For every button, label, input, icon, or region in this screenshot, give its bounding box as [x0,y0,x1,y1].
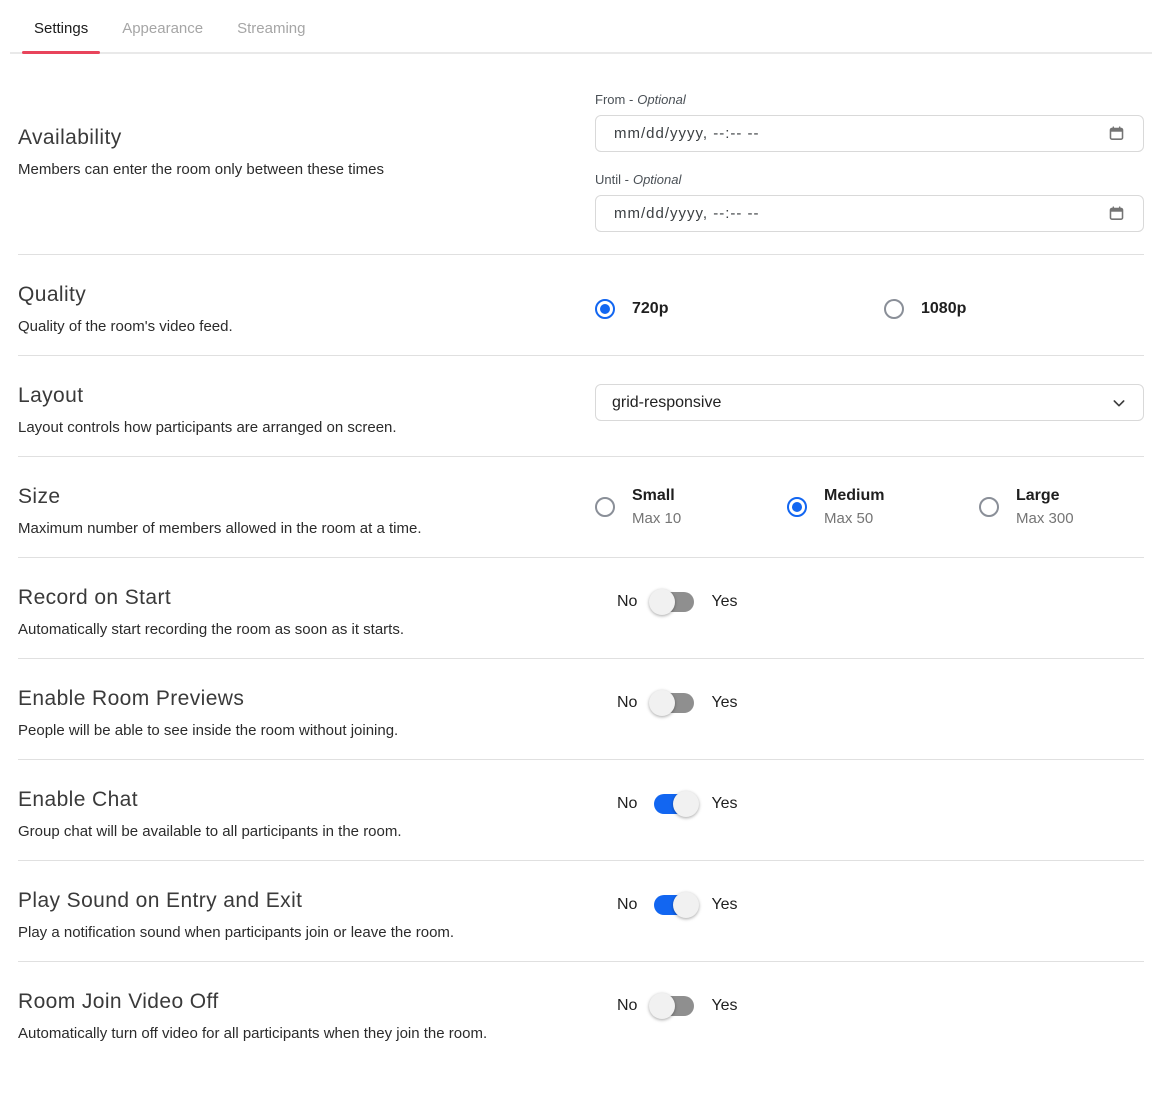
from-datetime-placeholder: mm/dd/yyyy, --:-- -- [614,125,1108,142]
section-quality: Quality Quality of the room's video feed… [18,254,1144,355]
toggle-knob [673,892,699,918]
until-calendar-icon[interactable] [1108,205,1125,222]
room-join-video-off-toggle[interactable] [654,996,694,1016]
size-large-label: Large [1016,487,1074,505]
room-join-video-off-title: Room Join Video Off [18,990,571,1014]
enable-chat-description: Group chat will be available to all part… [18,823,571,840]
settings-panel: Availability Members can enter the room … [0,54,1162,1062]
toggle-yes-label: Yes [711,896,737,914]
play-sound-toggle[interactable] [654,895,694,915]
section-availability: Availability Members can enter the room … [18,54,1144,254]
toggle-no-label: No [617,997,637,1015]
quality-option-1080p[interactable]: 1080p [884,299,1162,319]
enable-chat-toggle[interactable] [654,794,694,814]
record-on-start-description: Automatically start recording the room a… [18,621,571,638]
play-sound-description: Play a notification sound when participa… [18,924,571,941]
size-small-label: Small [632,487,681,505]
layout-select[interactable]: grid-responsive [595,384,1144,421]
record-on-start-title: Record on Start [18,586,571,610]
size-option-medium[interactable]: Medium Max 50 [787,487,979,527]
section-play-sound: Play Sound on Entry and Exit Play a noti… [18,860,1144,961]
toggle-knob [649,690,675,716]
section-layout: Layout Layout controls how participants … [18,355,1144,456]
size-small-sublabel: Max 10 [632,510,681,527]
quality-option-720p[interactable]: 720p [595,299,884,319]
toggle-yes-label: Yes [711,997,737,1015]
settings-tabbar: Settings Appearance Streaming [10,0,1152,54]
size-option-large[interactable]: Large Max 300 [979,487,1162,527]
quality-720p-label: 720p [632,300,668,318]
toggle-no-label: No [617,795,637,813]
radio-large[interactable] [979,497,999,517]
tab-settings[interactable]: Settings [34,20,88,52]
size-title: Size [18,485,571,509]
enable-chat-title: Enable Chat [18,788,571,812]
radio-small[interactable] [595,497,615,517]
size-medium-sublabel: Max 50 [824,510,884,527]
from-calendar-icon[interactable] [1108,125,1125,142]
enable-room-previews-toggle[interactable] [654,693,694,713]
size-medium-label: Medium [824,487,884,505]
radio-720p[interactable] [595,299,615,319]
section-record-on-start: Record on Start Automatically start reco… [18,557,1144,658]
layout-selected-value: grid-responsive [612,394,1111,412]
toggle-knob [673,791,699,817]
tab-appearance[interactable]: Appearance [122,20,203,52]
quality-1080p-label: 1080p [921,300,966,318]
chevron-down-icon [1111,395,1127,411]
layout-description: Layout controls how participants are arr… [18,419,571,436]
from-datetime-input[interactable]: mm/dd/yyyy, --:-- -- [595,115,1144,152]
toggle-knob [649,589,675,615]
enable-room-previews-title: Enable Room Previews [18,687,571,711]
tab-streaming[interactable]: Streaming [237,20,305,52]
toggle-knob [649,993,675,1019]
section-enable-room-previews: Enable Room Previews People will be able… [18,658,1144,759]
toggle-yes-label: Yes [711,694,737,712]
availability-description: Members can enter the room only between … [18,161,571,178]
toggle-yes-label: Yes [711,795,737,813]
section-room-join-video-off: Room Join Video Off Automatically turn o… [18,961,1144,1062]
until-field-label: Until -Optional [595,172,1144,187]
toggle-no-label: No [617,896,637,914]
size-option-small[interactable]: Small Max 10 [595,487,787,527]
enable-room-previews-description: People will be able to see inside the ro… [18,722,571,739]
layout-title: Layout [18,384,571,408]
size-large-sublabel: Max 300 [1016,510,1074,527]
record-on-start-toggle[interactable] [654,592,694,612]
section-enable-chat: Enable Chat Group chat will be available… [18,759,1144,860]
from-optional-label: Optional [637,92,685,107]
until-datetime-placeholder: mm/dd/yyyy, --:-- -- [614,205,1108,222]
until-datetime-input[interactable]: mm/dd/yyyy, --:-- -- [595,195,1144,232]
until-optional-label: Optional [633,172,681,187]
size-description: Maximum number of members allowed in the… [18,520,571,537]
quality-description: Quality of the room's video feed. [18,318,571,335]
availability-title: Availability [18,126,571,150]
toggle-no-label: No [617,593,637,611]
quality-title: Quality [18,283,571,307]
room-join-video-off-description: Automatically turn off video for all par… [18,1025,571,1042]
toggle-no-label: No [617,694,637,712]
radio-medium[interactable] [787,497,807,517]
play-sound-title: Play Sound on Entry and Exit [18,889,571,913]
toggle-yes-label: Yes [711,593,737,611]
radio-1080p[interactable] [884,299,904,319]
from-field-label: From -Optional [595,92,1144,107]
section-size: Size Maximum number of members allowed i… [18,456,1144,557]
